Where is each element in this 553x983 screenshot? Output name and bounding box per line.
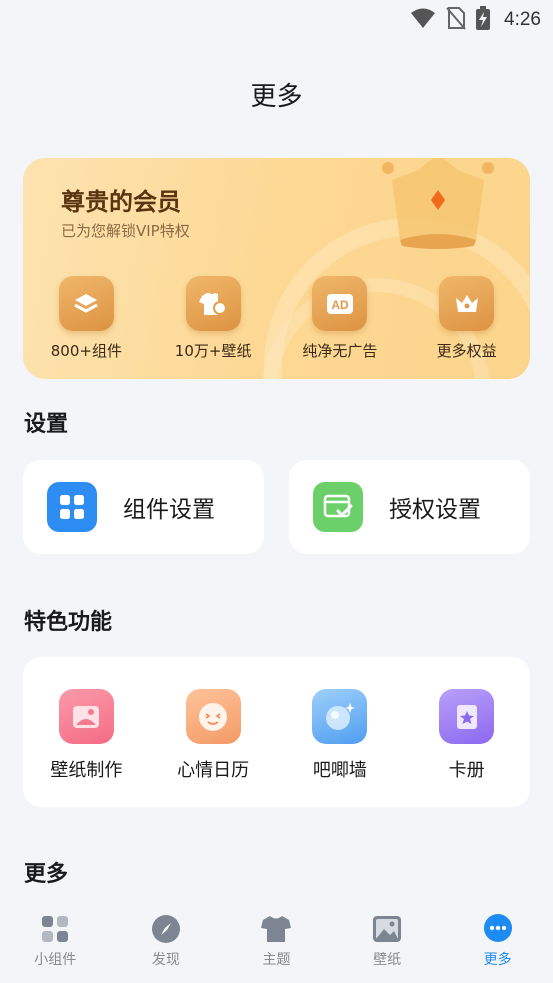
feature-badge-wall[interactable]: 吧唧墙 [277, 657, 404, 807]
perk-label: 纯净无广告 [302, 342, 378, 360]
feature-mood-calendar[interactable]: 心情日历 [150, 657, 277, 807]
more-section-title: 更多 [24, 862, 69, 887]
nav-item-more[interactable]: 更多 [442, 903, 553, 983]
perk-no-ads[interactable]: AD 纯净无广告 [277, 276, 404, 361]
feature-label: 心情日历 [177, 760, 250, 781]
grid-icon [47, 482, 97, 532]
feature-label: 卡册 [448, 760, 485, 781]
shirt-icon [185, 276, 241, 331]
nav-label: 主题 [262, 952, 291, 968]
layers-icon [58, 276, 114, 331]
window-check-icon [313, 482, 363, 532]
nav-item-widgets[interactable]: 小组件 [0, 903, 111, 983]
battery-charging-icon [476, 6, 491, 34]
permission-settings-label: 授权设置 [389, 497, 481, 523]
crown-icon [439, 276, 495, 331]
feature-label: 吧唧墙 [312, 760, 367, 781]
perk-label: 10万+壁纸 [174, 342, 252, 360]
features-section-title: 特色功能 [24, 610, 113, 635]
picture-icon [371, 913, 403, 945]
badge-icon [312, 689, 368, 744]
widget-settings-button[interactable]: 组件设置 [23, 460, 264, 554]
ad-icon: AD [312, 276, 368, 331]
feature-label: 壁纸制作 [50, 760, 123, 781]
permission-settings-button[interactable]: 授权设置 [289, 460, 530, 554]
perk-label: 800+组件 [50, 342, 122, 360]
perk-label: 更多权益 [436, 342, 497, 360]
vip-subtitle: 已为您解锁VIP特权 [61, 222, 190, 240]
vip-perks: 800+组件 10万+壁纸 AD 纯净无广告 更多权益 [23, 276, 530, 361]
crown-illustration-icon [378, 158, 498, 250]
wifi-icon [410, 7, 436, 33]
no-sim-icon [446, 6, 466, 34]
image-icon [58, 689, 114, 744]
nav-label: 壁纸 [373, 952, 402, 968]
widgets-icon [39, 913, 71, 945]
perk-widgets[interactable]: 800+组件 [23, 276, 150, 361]
svg-text:AD: AD [331, 298, 349, 312]
nav-label: 小组件 [34, 952, 77, 968]
feature-card-album[interactable]: 卡册 [403, 657, 530, 807]
nav-item-discover[interactable]: 发现 [111, 903, 222, 983]
nav-item-wallpapers[interactable]: 壁纸 [332, 903, 443, 983]
settings-section-title: 设置 [24, 412, 69, 437]
vip-card[interactable]: 尊贵的会员 已为您解锁VIP特权 800+组件 10万+壁纸 AD 纯净无广告 … [23, 158, 530, 379]
status-time: 4:26 [504, 9, 541, 30]
vip-title: 尊贵的会员 [61, 188, 181, 216]
tshirt-icon [260, 913, 292, 945]
feature-wallpaper-maker[interactable]: 壁纸制作 [23, 657, 150, 807]
features-card: 壁纸制作 心情日历 吧唧墙 卡册 [23, 657, 530, 807]
nav-item-themes[interactable]: 主题 [221, 903, 332, 983]
perk-wallpapers[interactable]: 10万+壁纸 [150, 276, 277, 361]
perk-more-benefits[interactable]: 更多权益 [403, 276, 530, 361]
widget-settings-label: 组件设置 [123, 497, 215, 523]
nav-label: 更多 [483, 952, 512, 968]
bottom-nav: 小组件 发现 主题 壁纸 更多 [0, 903, 553, 983]
smile-face-icon [185, 689, 241, 744]
page-title: 更多 [250, 82, 303, 112]
more-chat-icon [482, 913, 514, 945]
status-bar: 4:26 [0, 0, 553, 38]
compass-icon [150, 913, 182, 945]
nav-label: 发现 [151, 952, 180, 968]
star-album-icon [439, 689, 495, 744]
